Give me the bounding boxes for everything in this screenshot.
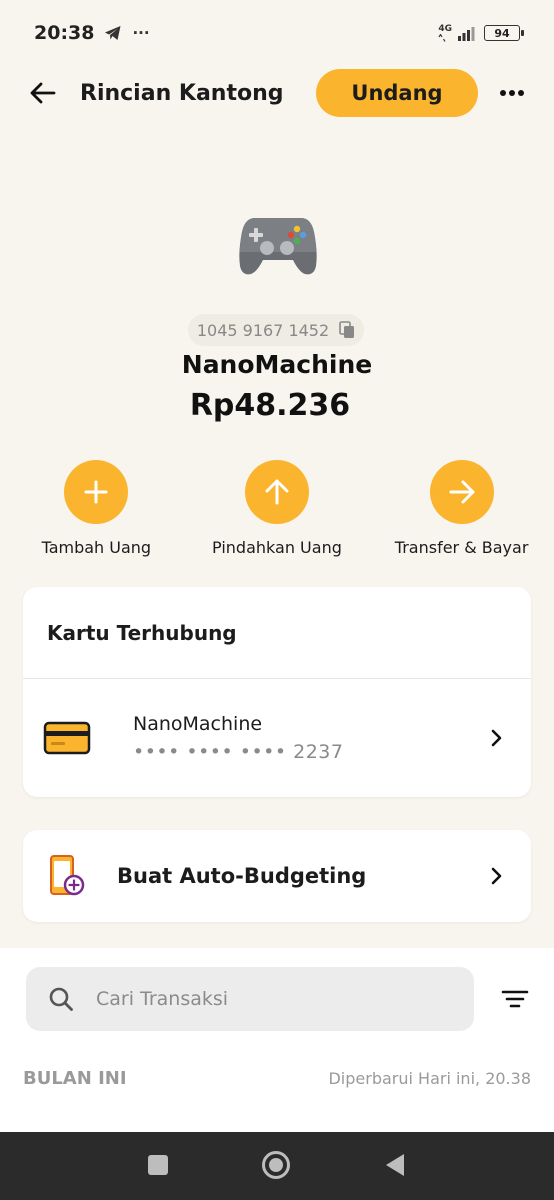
transactions-sheet: BULAN INI Diperbarui Hari ini, 20.38: [0, 948, 554, 1132]
linked-card-name: NanoMachine: [133, 713, 263, 735]
page-title: Rincian Kantong: [80, 80, 284, 106]
top-bar: Rincian Kantong Undang: [0, 66, 554, 120]
transaction-search-box[interactable]: [26, 967, 474, 1031]
add-money-button[interactable]: Tambah Uang: [0, 460, 185, 557]
status-left: 20:38 ···: [34, 22, 150, 44]
arrow-up-icon: [265, 479, 289, 505]
gamepad-icon: [239, 218, 317, 275]
pocket-balance: Rp48.236: [189, 388, 351, 423]
plus-icon: [84, 480, 108, 504]
linked-card-number: •••• •••• •••• 2237: [133, 741, 344, 763]
telegram-icon: [105, 26, 121, 40]
home-button[interactable]: [261, 1150, 291, 1180]
auto-budget-button[interactable]: Buat Auto-Budgeting: [23, 830, 531, 922]
auto-budget-label: Buat Auto-Budgeting: [117, 864, 367, 888]
last-updated-label: Diperbarui Hari ini, 20.38: [328, 1069, 531, 1088]
transaction-search-input[interactable]: [96, 988, 426, 1010]
pocket-name: NanoMachine: [181, 350, 373, 379]
recents-button[interactable]: [147, 1154, 169, 1176]
linked-card-info: NanoMachine •••• •••• •••• 2237: [133, 713, 343, 763]
transfer-pay-label: Transfer & Bayar: [394, 538, 529, 557]
linked-cards-section: Kartu Terhubung NanoMachine •••• •••• ••…: [23, 587, 531, 797]
triangle-back-icon: [386, 1154, 404, 1176]
back-button[interactable]: [24, 75, 60, 111]
status-more: ···: [132, 24, 150, 42]
period-label: BULAN INI: [23, 1068, 127, 1089]
chevron-right-icon: [487, 866, 507, 886]
linked-cards-title: Kartu Terhubung: [23, 587, 531, 679]
move-money-circle[interactable]: [244, 460, 309, 524]
more-options-button[interactable]: [492, 73, 532, 113]
network-label: 4G: [438, 23, 452, 34]
status-right: 4G 94: [438, 23, 524, 42]
signal-icon: [458, 27, 475, 41]
home-circle-icon: [262, 1151, 290, 1179]
move-money-label: Pindahkan Uang: [212, 538, 342, 557]
invite-button[interactable]: Undang: [316, 69, 478, 117]
phone-budget-icon: [50, 855, 85, 896]
add-money-label: Tambah Uang: [41, 538, 152, 557]
credit-card-icon: [43, 721, 91, 755]
account-number-chip[interactable]: 1045 9167 1452: [188, 314, 364, 346]
filter-button[interactable]: [498, 984, 532, 1014]
square-icon: [148, 1155, 168, 1175]
chevron-right-icon: [487, 728, 507, 748]
filter-icon: [501, 990, 529, 1008]
status-bar: 20:38 ··· 4G 94: [0, 0, 554, 66]
more-horizontal-icon: [500, 90, 524, 96]
back-nav-button[interactable]: [384, 1152, 406, 1178]
account-number: 1045 9167 1452: [196, 320, 330, 340]
linked-card-row[interactable]: NanoMachine •••• •••• •••• 2237: [23, 679, 531, 797]
arrow-left-icon: [30, 82, 56, 104]
transfer-pay-circle[interactable]: [429, 460, 494, 524]
add-money-circle[interactable]: [64, 460, 129, 524]
data-arrows-icon: [438, 33, 446, 42]
move-money-button[interactable]: Pindahkan Uang: [185, 460, 370, 557]
system-nav-bar: [0, 1132, 554, 1200]
search-icon: [49, 987, 73, 1011]
transfer-pay-button[interactable]: Transfer & Bayar: [369, 460, 554, 557]
status-time: 20:38: [34, 22, 95, 44]
arrow-right-icon: [449, 480, 475, 504]
network-indicator: 4G: [438, 23, 452, 42]
quick-actions: Tambah Uang Pindahkan Uang Transfer & Ba…: [0, 460, 554, 557]
battery-indicator: 94: [484, 25, 524, 41]
copy-icon: [339, 321, 355, 338]
